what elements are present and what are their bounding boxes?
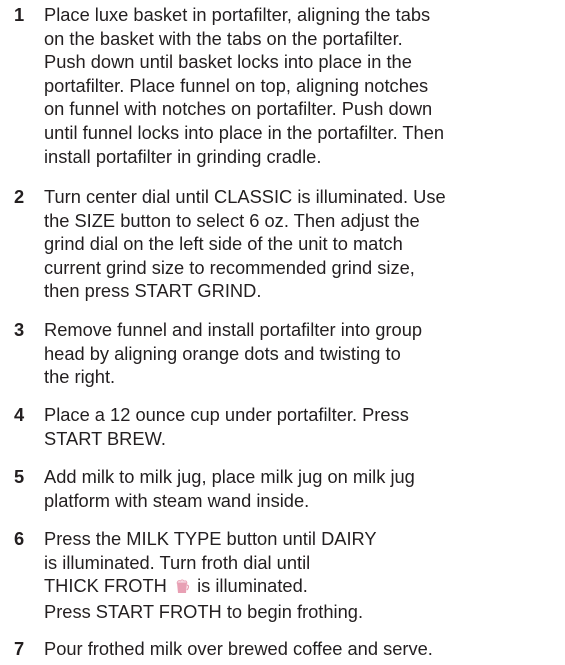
step-text: Press the MILK TYPE button until DAIRY i… [44, 527, 564, 623]
step-number: 5 [14, 466, 25, 487]
step-text: Place luxe basket in portafilter, aligni… [44, 3, 564, 168]
illuminated-text: is illuminated. [197, 575, 308, 597]
step-line: on funnel with notches on portafilter. P… [44, 98, 433, 120]
step-line: install portafilter in grinding cradle. [44, 145, 322, 167]
step-text: Place a 12 ounce cup under portafilter. … [44, 403, 564, 450]
step-line: is illuminated. Turn froth dial until [44, 551, 311, 573]
step-text: Add milk to milk jug, place milk jug on … [44, 465, 564, 512]
step-line: the right. [44, 366, 116, 388]
step-line: grind dial on the left side of the unit … [44, 233, 403, 255]
step-text: Pour frothed milk over brewed coffee and… [44, 637, 564, 661]
thick-froth-label: THICK FROTH [44, 575, 167, 597]
step-number: 7 [14, 638, 25, 659]
step-number: 3 [14, 319, 25, 340]
step-line: Push down until basket locks into place … [44, 51, 412, 73]
step-line: until funnel locks into place in the por… [44, 121, 445, 143]
step-line: the SIZE button to select 6 oz. Then adj… [44, 209, 420, 231]
step-line: Pour frothed milk over brewed coffee and… [44, 638, 433, 659]
step-line: Add milk to milk jug, place milk jug on … [44, 466, 415, 487]
step-line: Turn center dial until CLASSIC is illumi… [44, 186, 446, 207]
step-number: 4 [14, 404, 25, 425]
step-line: Press START FROTH to begin frothing. [44, 600, 364, 622]
step-line: portafilter. Place funnel on top, aligni… [44, 74, 429, 96]
step-line: then press START GRIND. [44, 280, 262, 302]
step-text: Remove funnel and install portafilter in… [44, 318, 564, 389]
step-number: 6 [14, 528, 25, 549]
step-line: platform with steam wand inside. [44, 489, 310, 511]
step-line: Press the MILK TYPE button until DAIRY [44, 528, 377, 549]
step-line: Place luxe basket in portafilter, aligni… [44, 4, 431, 25]
step-number: 1 [14, 4, 25, 25]
step-text: Turn center dial until CLASSIC is illumi… [44, 185, 564, 303]
step-line: Remove funnel and install portafilter in… [44, 319, 423, 340]
step-line: head by aligning orange dots and twistin… [44, 342, 401, 364]
step-line: THICK FROTH is illuminated. [44, 574, 564, 600]
step-line: Place a 12 ounce cup under portafilter. … [44, 404, 409, 425]
step-number: 2 [14, 186, 25, 207]
step-line: START BREW. [44, 427, 166, 449]
thick-froth-icon [174, 576, 190, 600]
step-line: current grind size to recommended grind … [44, 256, 415, 278]
step-line: on the basket with the tabs on the porta… [44, 27, 403, 49]
